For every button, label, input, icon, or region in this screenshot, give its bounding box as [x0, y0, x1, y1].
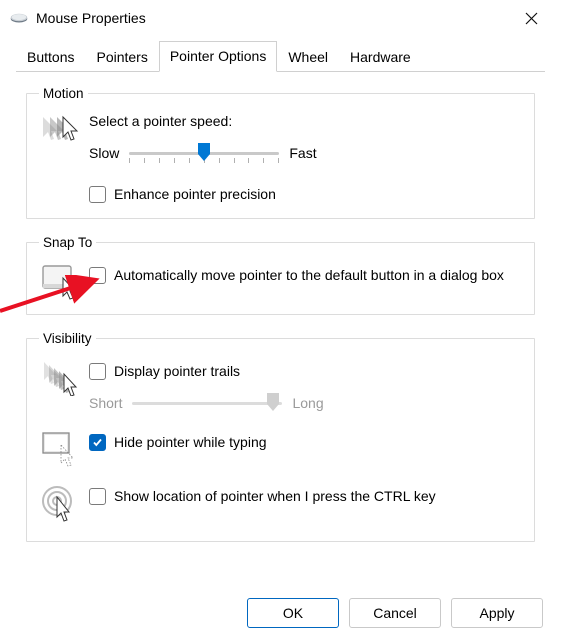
close-icon	[525, 12, 538, 25]
ok-button[interactable]: OK	[247, 598, 339, 628]
tab-underline	[16, 71, 545, 72]
tab-strip: Buttons Pointers Pointer Options Wheel H…	[0, 42, 561, 72]
tab-hardware[interactable]: Hardware	[339, 42, 422, 72]
motion-legend: Motion	[39, 86, 88, 101]
pointer-trails-checkbox[interactable]	[89, 363, 106, 380]
titlebar: Mouse Properties	[0, 0, 561, 36]
pointer-speed-slider[interactable]	[129, 143, 279, 163]
tab-content: Motion Select a pointer speed: Slow	[0, 72, 561, 542]
short-label: Short	[89, 395, 122, 411]
tab-pointers[interactable]: Pointers	[85, 42, 158, 72]
pointer-trails-label: Display pointer trails	[114, 362, 240, 381]
mouse-properties-dialog: Mouse Properties Buttons Pointers Pointe…	[0, 0, 561, 640]
visibility-group: Visibility Dis	[26, 331, 535, 542]
trail-length-slider	[132, 393, 282, 413]
snap-to-checkbox[interactable]	[89, 267, 106, 284]
ctrl-locate-label: Show location of pointer when I press th…	[114, 487, 436, 506]
mouse-icon	[10, 11, 28, 25]
long-label: Long	[292, 395, 323, 411]
hide-typing-icon	[41, 429, 89, 467]
speed-label: Select a pointer speed:	[89, 113, 520, 129]
dialog-button-bar: OK Cancel Apply	[247, 598, 543, 628]
hide-typing-label: Hide pointer while typing	[114, 433, 267, 452]
apply-button[interactable]: Apply	[451, 598, 543, 628]
cancel-button[interactable]: Cancel	[349, 598, 441, 628]
snap-to-legend: Snap To	[39, 235, 96, 250]
tab-wheel[interactable]: Wheel	[277, 42, 339, 72]
tab-pointer-options[interactable]: Pointer Options	[159, 41, 278, 72]
enhance-precision-label: Enhance pointer precision	[114, 185, 276, 204]
ctrl-locate-checkbox[interactable]	[89, 488, 106, 505]
ctrl-locate-icon	[41, 483, 89, 523]
visibility-legend: Visibility	[39, 331, 96, 346]
fast-label: Fast	[289, 145, 316, 161]
window-title: Mouse Properties	[36, 10, 511, 26]
motion-icon	[41, 113, 89, 149]
close-button[interactable]	[511, 3, 551, 33]
pointer-trails-icon	[41, 358, 89, 396]
snap-to-icon	[41, 262, 89, 300]
hide-typing-checkbox[interactable]	[89, 434, 106, 451]
motion-group: Motion Select a pointer speed: Slow	[26, 86, 535, 219]
snap-to-group: Snap To Automatically move pointer to th…	[26, 235, 535, 315]
enhance-precision-checkbox[interactable]	[89, 186, 106, 203]
snap-to-label: Automatically move pointer to the defaul…	[114, 266, 504, 285]
slow-label: Slow	[89, 145, 119, 161]
tab-buttons[interactable]: Buttons	[16, 42, 85, 72]
